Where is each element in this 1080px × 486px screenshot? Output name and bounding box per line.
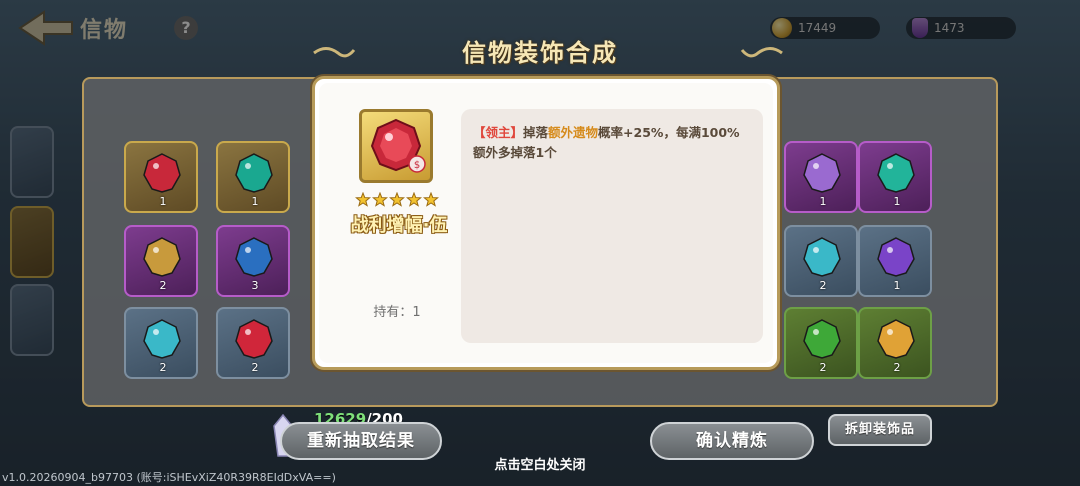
slot-count: 3 [251,279,259,292]
gem-icon [877,153,915,193]
star-icon [423,192,439,207]
title-ornament-right-icon [740,47,783,58]
gem-icon [877,237,915,277]
description-text-1: 掉落 [523,125,549,140]
remove-decoration-button[interactable]: 拆卸装饰品 [828,414,932,446]
decoration-slot[interactable]: 2 [858,307,932,379]
star-icon [372,192,388,207]
star-icon [389,192,405,207]
decoration-slot[interactable]: 1 [858,141,932,213]
item-detail-popup: $ 战利增幅·伍 持有：1 【领主】掉落额外遗物概率+25%，每满100%额外多… [312,76,780,370]
decoration-slot[interactable]: 1 [124,141,198,213]
slot-count: 2 [251,361,259,374]
gem-icon [235,153,273,193]
gem-icon [803,319,841,359]
star-icon [355,192,371,207]
slot-count: 2 [819,279,827,292]
slot-count: 1 [893,195,901,208]
decoration-slot[interactable]: 2 [124,307,198,379]
slot-count: 1 [893,279,901,292]
star-icon [406,192,422,207]
slot-count: 2 [159,361,167,374]
star-rating [355,192,439,207]
svg-text:$: $ [414,160,420,171]
version-info: v1.0.20260904_b97703 (账号:iSHEvXiZ40R39R8… [2,471,336,484]
item-icon-frame: $ [359,109,433,183]
gem-icon [235,237,273,277]
gem-icon [143,153,181,193]
slot-count: 1 [819,195,827,208]
decoration-slot[interactable]: 1 [784,141,858,213]
description-highlight: 额外遗物 [548,125,599,140]
gem-icon [803,237,841,277]
red-gem-icon: $ [370,118,426,173]
decoration-slot[interactable]: 3 [216,225,290,297]
description-box: 【领主】掉落额外遗物概率+25%，每满100%额外多掉落1个 [461,109,763,343]
owned-count: 持有：1 [373,305,421,320]
item-description: 【领主】掉落额外遗物概率+25%，每满100%额外多掉落1个 [473,123,751,163]
decoration-slot[interactable]: 2 [784,307,858,379]
page-title: 信物装饰合成 [462,39,618,67]
description-tag: 【领主】 [473,125,524,140]
decoration-slot[interactable]: 2 [784,225,858,297]
popup-body: $ 战利增幅·伍 持有：1 【领主】掉落额外遗物概率+25%，每满100%额外多… [319,83,773,363]
slot-count: 2 [819,361,827,374]
gem-icon [143,319,181,359]
decoration-slot[interactable]: 2 [124,225,198,297]
title-ornament-left-icon [313,47,356,58]
slot-count: 2 [159,279,167,292]
item-name: 战利增幅·伍 [350,215,448,236]
slot-count: 1 [159,195,167,208]
gem-icon [235,319,273,359]
gem-icon [877,319,915,359]
gem-icon [803,153,841,193]
decoration-slot[interactable]: 1 [216,141,290,213]
slot-count: 2 [893,361,901,374]
gem-icon [143,237,181,277]
slot-count: 1 [251,195,259,208]
decoration-slot[interactable]: 2 [216,307,290,379]
decoration-slot[interactable]: 1 [858,225,932,297]
